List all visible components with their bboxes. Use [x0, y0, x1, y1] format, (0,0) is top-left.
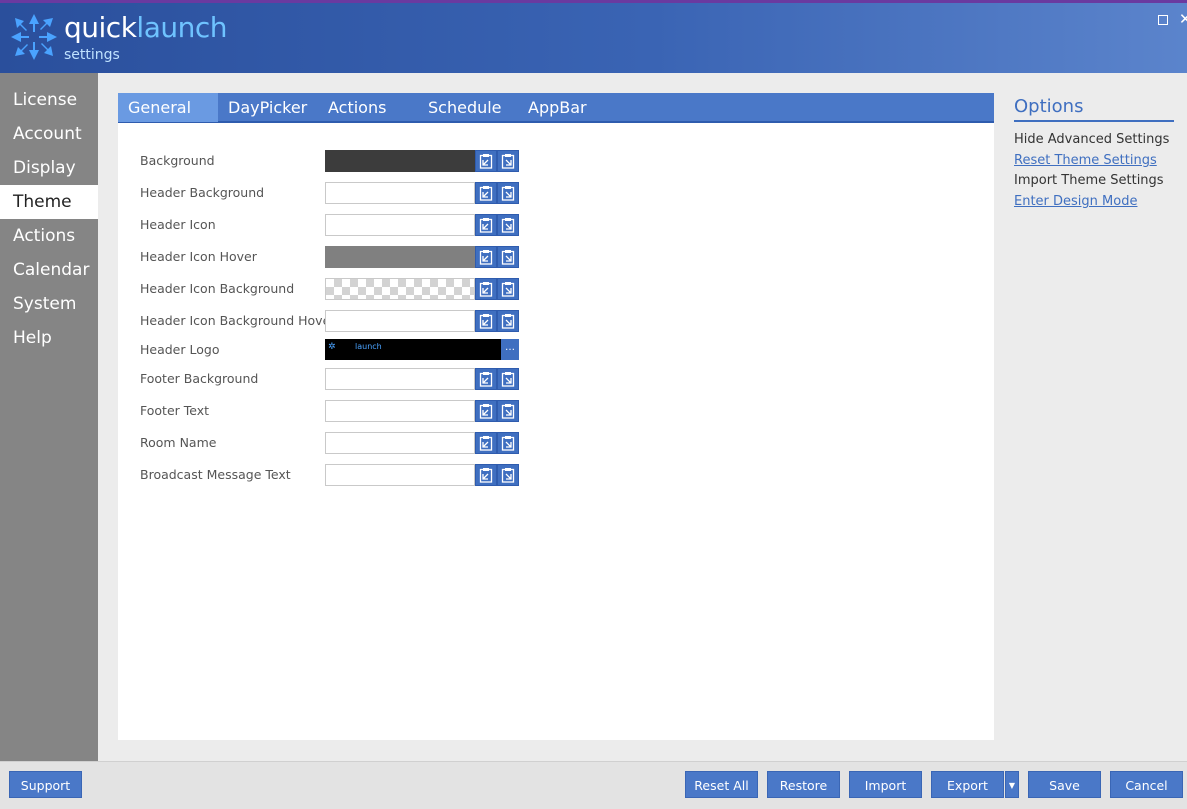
color-swatch-room-name[interactable]	[325, 432, 475, 454]
paste-color-icon[interactable]	[497, 278, 519, 300]
sidebar-item-theme[interactable]: Theme	[0, 185, 98, 219]
copy-color-icon[interactable]	[475, 278, 497, 300]
setting-label-header-icon: Header Icon	[140, 217, 216, 232]
hide-advanced-settings-link[interactable]: Hide Advanced Settings	[1014, 132, 1169, 147]
paste-color-icon[interactable]	[497, 464, 519, 486]
setting-label-header-icon-background: Header Icon Background	[140, 281, 295, 296]
reset-all-button[interactable]: Reset All	[685, 771, 758, 798]
copy-color-icon[interactable]	[475, 246, 497, 268]
setting-label-footer-text: Footer Text	[140, 403, 210, 418]
tab-daypicker[interactable]: DayPicker	[218, 93, 318, 122]
export-dropdown-icon[interactable]: ▼	[1005, 771, 1019, 798]
setting-label-background: Background	[140, 153, 215, 168]
sidebar-item-license[interactable]: License	[0, 83, 98, 117]
color-swatch-footer-text[interactable]	[325, 400, 475, 422]
color-swatch-header-background[interactable]	[325, 182, 475, 204]
copy-color-icon[interactable]	[475, 310, 497, 332]
copy-color-icon[interactable]	[475, 150, 497, 172]
header-logo-preview[interactable]: ✲ launch	[325, 339, 502, 360]
support-button[interactable]: Support	[9, 771, 82, 798]
import-button[interactable]: Import	[849, 771, 922, 798]
close-icon[interactable]: ✕	[1179, 12, 1187, 27]
options-divider	[1014, 120, 1174, 122]
paste-color-icon[interactable]	[497, 182, 519, 204]
setting-label-header-background: Header Background	[140, 185, 265, 200]
color-swatch-header-icon-background[interactable]	[325, 278, 475, 300]
paste-color-icon[interactable]	[497, 214, 519, 236]
logo-title: quicklaunch	[64, 11, 227, 44]
sidebar-item-system[interactable]: System	[0, 287, 98, 321]
copy-color-icon[interactable]	[475, 182, 497, 204]
tab-actions[interactable]: Actions	[318, 93, 418, 122]
setting-label-broadcast-message-text: Broadcast Message Text	[140, 467, 291, 482]
copy-color-icon[interactable]	[475, 464, 497, 486]
setting-label-header-icon-background-hover: Header Icon Background Hover	[140, 313, 336, 328]
import-theme-settings-link[interactable]: Import Theme Settings	[1014, 173, 1164, 188]
tab-general[interactable]: General	[118, 93, 218, 122]
color-swatch-header-icon-background-hover[interactable]	[325, 310, 475, 332]
setting-label-room-name: Room Name	[140, 435, 217, 450]
color-swatch-header-icon-hover[interactable]	[325, 246, 475, 268]
color-swatch-background[interactable]	[325, 150, 475, 172]
sidebar-item-calendar[interactable]: Calendar	[0, 253, 98, 287]
sidebar-item-display[interactable]: Display	[0, 151, 98, 185]
paste-color-icon[interactable]	[497, 432, 519, 454]
setting-label-header-logo: Header Logo	[140, 342, 220, 357]
copy-color-icon[interactable]	[475, 214, 497, 236]
enter-design-mode-link[interactable]: Enter Design Mode	[1014, 194, 1137, 209]
cancel-button[interactable]: Cancel	[1110, 771, 1183, 798]
paste-color-icon[interactable]	[497, 400, 519, 422]
sidebar-nav: License Account Display Theme Actions Ca…	[0, 73, 98, 761]
options-title: Options	[1014, 96, 1084, 117]
maximize-icon[interactable]	[1158, 15, 1168, 25]
browse-logo-button[interactable]: …	[501, 339, 519, 360]
sidebar-item-help[interactable]: Help	[0, 321, 98, 355]
export-button[interactable]: Export	[931, 771, 1004, 798]
paste-color-icon[interactable]	[497, 368, 519, 390]
paste-color-icon[interactable]	[497, 310, 519, 332]
setting-label-header-icon-hover: Header Icon Hover	[140, 249, 257, 264]
sidebar-item-account[interactable]: Account	[0, 117, 98, 151]
tab-appbar[interactable]: AppBar	[518, 93, 618, 122]
reset-theme-settings-link[interactable]: Reset Theme Settings	[1014, 153, 1157, 168]
mini-logo-icon: ✲	[328, 342, 336, 352]
quicklaunch-logo-icon	[11, 14, 57, 60]
color-swatch-header-icon[interactable]	[325, 214, 475, 236]
copy-color-icon[interactable]	[475, 400, 497, 422]
color-swatch-broadcast-message-text[interactable]	[325, 464, 475, 486]
app-header: quicklaunch settings ✕	[0, 0, 1187, 73]
color-swatch-footer-background[interactable]	[325, 368, 475, 390]
mini-logo-text: launch	[355, 342, 382, 351]
restore-button[interactable]: Restore	[767, 771, 840, 798]
setting-label-footer-background: Footer Background	[140, 371, 259, 386]
tab-schedule[interactable]: Schedule	[418, 93, 518, 122]
copy-color-icon[interactable]	[475, 368, 497, 390]
tab-bar: General DayPicker Actions Schedule AppBa…	[118, 93, 994, 123]
save-button[interactable]: Save	[1028, 771, 1101, 798]
logo-subtitle: settings	[64, 47, 120, 63]
sidebar-item-actions[interactable]: Actions	[0, 219, 98, 253]
paste-color-icon[interactable]	[497, 150, 519, 172]
copy-color-icon[interactable]	[475, 432, 497, 454]
paste-color-icon[interactable]	[497, 246, 519, 268]
